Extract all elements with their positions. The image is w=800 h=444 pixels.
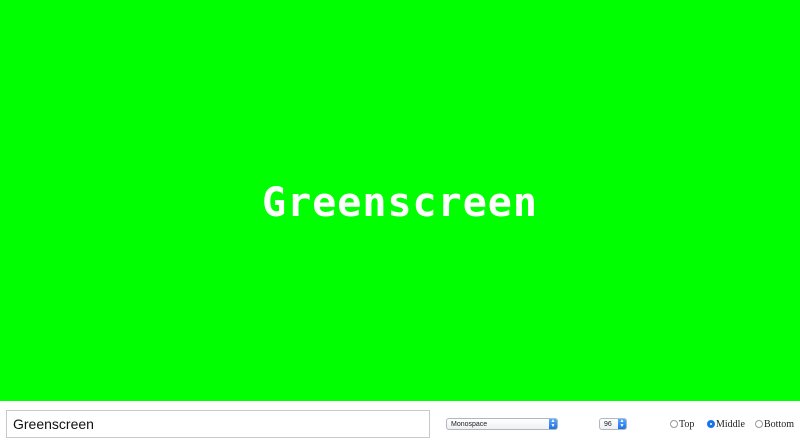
select-arrows-icon: ▲ ▼ — [618, 418, 626, 429]
radio-middle[interactable]: Middle — [707, 417, 745, 431]
radio-bottom[interactable]: Bottom — [755, 417, 794, 431]
size-select[interactable]: 96 ▲ ▼ — [599, 418, 627, 430]
font-select-value: Monospace — [451, 420, 488, 428]
size-select-value: 96 — [604, 420, 612, 428]
greenscreen-stage: Greenscreen — [0, 0, 800, 401]
radio-bottom-button[interactable] — [755, 420, 763, 428]
radio-top-label: Top — [679, 418, 695, 430]
stage-text: Greenscreen — [262, 179, 538, 226]
radio-top-button[interactable] — [670, 420, 678, 428]
font-select[interactable]: Monospace ▲ ▼ — [446, 418, 558, 430]
radio-top[interactable]: Top — [670, 417, 694, 431]
select-arrows-icon: ▲ ▼ — [549, 418, 557, 429]
radio-bottom-label: Bottom — [764, 418, 795, 430]
text-input[interactable] — [6, 410, 430, 438]
radio-middle-label: Middle — [716, 418, 745, 430]
radio-middle-button[interactable] — [707, 420, 715, 428]
